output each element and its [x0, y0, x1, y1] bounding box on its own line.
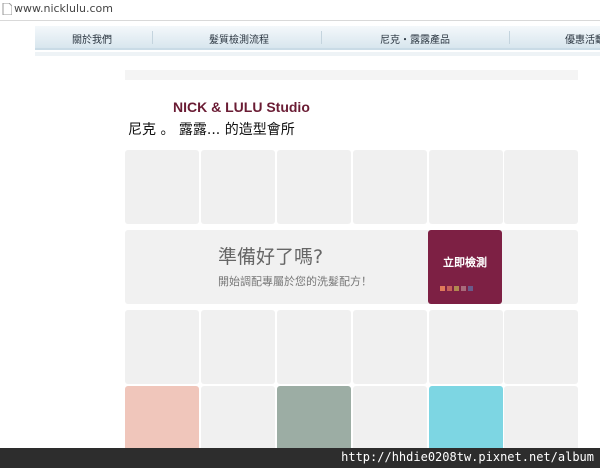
- nav-shadow: [35, 52, 600, 56]
- studio-title: NICK & LULU Studio: [173, 99, 310, 115]
- color-dot: [454, 286, 459, 291]
- grid-tile: [125, 310, 199, 384]
- grid-tile: [429, 150, 503, 224]
- watermark-text: http://hhdie0208tw.pixnet.net/album: [341, 450, 594, 464]
- grid-tile: [277, 310, 351, 384]
- content-top-bar: [125, 70, 578, 80]
- watermark-bar: http://hhdie0208tw.pixnet.net/album: [0, 448, 600, 468]
- grid-tile: [504, 150, 578, 224]
- browser-url-bar[interactable]: www.nicklulu.com: [0, 0, 600, 21]
- grid-tile: [125, 150, 199, 224]
- nav-item-promotions[interactable]: 優惠活動: [565, 31, 600, 46]
- color-dot: [461, 286, 466, 291]
- grid-tile: [504, 310, 578, 384]
- color-dot: [440, 286, 445, 291]
- nav-separator: [321, 31, 322, 44]
- nav-separator: [509, 31, 510, 44]
- nav-item-about[interactable]: 關於我們: [72, 31, 112, 46]
- color-dots: [440, 276, 475, 295]
- nav-separator: [152, 31, 153, 44]
- page-icon: [2, 3, 12, 15]
- grid-tile: [277, 150, 351, 224]
- color-dot: [468, 286, 473, 291]
- grid-tile: [353, 310, 427, 384]
- grid-tile: [201, 310, 275, 384]
- banner-title: 準備好了嗎?: [218, 246, 324, 268]
- test-now-label: 立即檢測: [443, 256, 487, 269]
- main-nav: 關於我們 髮質檢測流程 尼克・露露產品 優惠活動: [35, 26, 600, 50]
- grid-tile: [201, 150, 275, 224]
- banner-subtitle: 開始調配專屬於您的洗髮配方！: [218, 275, 372, 288]
- url-text: www.nicklulu.com: [14, 2, 113, 15]
- grid-tile: [353, 150, 427, 224]
- grid-tile: [429, 310, 503, 384]
- ready-banner: [125, 230, 578, 304]
- nav-item-products[interactable]: 尼克・露露產品: [380, 31, 450, 46]
- test-now-button[interactable]: 立即檢測: [428, 230, 502, 304]
- nav-item-hair-test[interactable]: 髮質檢測流程: [209, 31, 269, 46]
- color-dot: [447, 286, 452, 291]
- studio-subtitle: 尼克 。 露露... 的造型會所: [128, 122, 295, 138]
